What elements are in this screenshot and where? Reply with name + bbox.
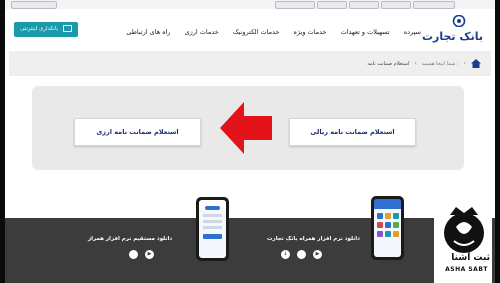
- home-icon[interactable]: [471, 59, 481, 68]
- riyal-guarantee-inquiry-button[interactable]: استعلام ضمانت نامه ریالی: [289, 118, 416, 146]
- android-icon[interactable]: ▶: [145, 250, 154, 259]
- red-arrow-left-icon: [220, 102, 272, 154]
- android-icon[interactable]: ▶: [313, 250, 322, 259]
- direct-download-icon[interactable]: ↓: [281, 250, 290, 259]
- apple-icon[interactable]: [297, 250, 306, 259]
- menu-item-currency-services[interactable]: خدمات ارزی: [185, 27, 219, 37]
- breadcrumb-current: استعلام ضمانت نامه: [367, 60, 410, 67]
- watermark-en-text: ASHA SABT: [445, 266, 488, 273]
- mobile-bank-download-title: دانلود نرم افزار همراه بانک تجارت: [267, 236, 361, 242]
- hamraz-download-title: دانلود مستقیم نرم افزار همراز: [88, 236, 173, 242]
- top-link-5[interactable]: [381, 1, 411, 9]
- menu-item-special-services[interactable]: خدمات ویژه: [294, 27, 327, 37]
- menu-item-contact[interactable]: راه های ارتباطی: [126, 27, 170, 37]
- logo-text: بانک تجارت: [421, 30, 483, 43]
- top-link-4[interactable]: [349, 1, 379, 9]
- breadcrumb-separator-icon: ‹: [463, 60, 466, 67]
- bank-emblem-icon: [452, 15, 466, 27]
- app-download-footer: دانلود نرم افزار همراه بانک تجارت ▶ ↓ دا…: [5, 218, 495, 283]
- menu-item-loans[interactable]: تسهیلات و تعهدات: [341, 27, 390, 37]
- hamraz-phone-image: [196, 197, 229, 261]
- currency-guarantee-inquiry-button[interactable]: استعلام ضمانت نامه ارزی: [74, 118, 201, 146]
- menu-item-electronic-services[interactable]: خدمات الکترونیک: [233, 27, 280, 37]
- internet-banking-button[interactable]: بانکداری اینترنتی: [14, 22, 78, 37]
- menu-item-deposit[interactable]: سپرده: [404, 27, 421, 37]
- laptop-icon: [62, 25, 72, 32]
- breadcrumb-bar: ‹ شما اینجا هستید : ‹ استعلام ضمانت نامه: [9, 51, 491, 76]
- main-menu: سپرده تسهیلات و تعهدات خدمات ویژه خدمات …: [126, 27, 421, 37]
- top-link-2[interactable]: [275, 1, 315, 9]
- right-black-border: [495, 0, 500, 283]
- breadcrumb: ‹ شما اینجا هستید : ‹ استعلام ضمانت نامه: [367, 58, 481, 69]
- site-header: بانک تجارت سپرده تسهیلات و تعهدات خدمات …: [5, 9, 495, 49]
- watermark-fa-text: ثبت آشنا: [451, 253, 490, 263]
- mobile-bank-phone-image: [371, 196, 404, 260]
- bank-logo[interactable]: بانک تجارت: [422, 15, 483, 49]
- top-link-3[interactable]: [317, 1, 347, 9]
- top-link-1[interactable]: [11, 1, 57, 9]
- breadcrumb-prefix: شما اینجا هستید :: [421, 60, 459, 67]
- apple-icon[interactable]: [129, 250, 138, 259]
- breadcrumb-separator-icon: ‹: [414, 60, 417, 67]
- top-link-6[interactable]: [413, 1, 455, 9]
- internet-banking-label: بانکداری اینترنتی: [20, 26, 59, 32]
